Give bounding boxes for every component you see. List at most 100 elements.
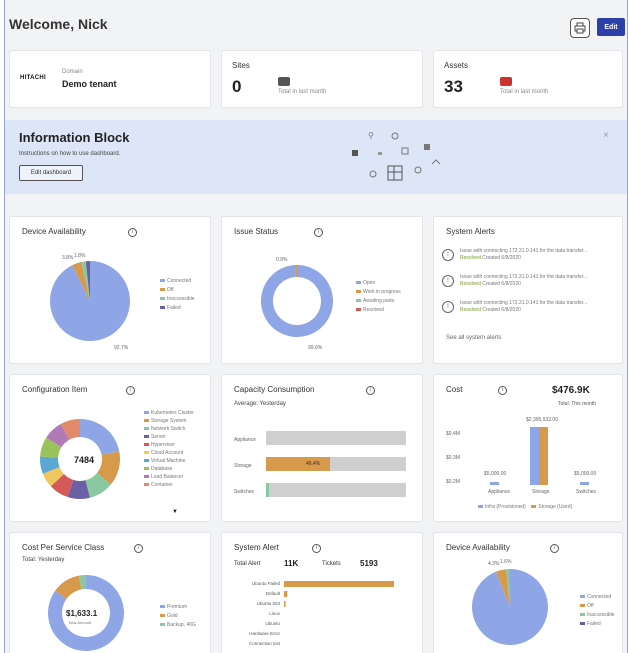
bar-label: Appliance xyxy=(234,437,256,443)
system-alerts-card: System Alerts ! Issue with connecting 17… xyxy=(433,216,623,364)
info-title: Information Block xyxy=(19,130,130,145)
x-tick-label: Storage xyxy=(532,489,550,495)
legend-item: Container xyxy=(144,481,194,489)
printer-icon xyxy=(574,22,586,34)
y-tick-label: Ubuntu 503 xyxy=(257,601,281,606)
svg-text:⚲: ⚲ xyxy=(368,131,374,140)
tickets-value: 5193 xyxy=(360,559,378,568)
hitachi-logo: HITACHI xyxy=(20,75,46,81)
alert-text: Issue with connecting 172.31.0.141 for t… xyxy=(460,248,588,254)
configuration-item-legend: Kubernetes Cluster Storage System Networ… xyxy=(144,409,194,489)
edit-button[interactable]: Edit xyxy=(597,18,625,36)
tickets-label: Tickets xyxy=(322,561,341,567)
info-icon[interactable]: i xyxy=(134,544,143,553)
legend-item: Virtual Machine xyxy=(144,457,194,465)
legend-item: Storage (Used) xyxy=(531,504,572,510)
y-tick-label: $0.3M xyxy=(446,455,460,461)
assets-note: Total in last month xyxy=(500,89,549,95)
device-availability-card: Device Availability i 3.8% 1.8% 92.7% Conn… xyxy=(9,216,211,364)
capacity-bar-fill xyxy=(266,457,331,471)
legend-item: Inaccessible xyxy=(160,295,195,304)
info-icon[interactable]: i xyxy=(126,386,135,395)
x-tick-label: Appliance xyxy=(488,489,510,495)
alert-item[interactable]: ! Issue with connecting 172.31.0.141 for… xyxy=(442,247,622,269)
alert-item[interactable]: ! Issue with connecting 172.31.0.141 for… xyxy=(442,299,622,321)
alert-time: Created 6/8/2020 xyxy=(482,255,521,261)
configuration-item-slice xyxy=(80,419,120,455)
capacity-title: Capacity Consumption xyxy=(234,385,315,394)
x-tick-label: Switches xyxy=(576,489,597,495)
slice-label: 4.3% xyxy=(488,561,500,567)
configuration-item-total: 7484 xyxy=(74,455,95,465)
system-alert-bar-chart: Ubuntu Failed Default Ubuntu 503 Linux Ubunt… xyxy=(249,581,394,646)
legend-item: Cloud Account xyxy=(144,449,194,457)
y-tick-label: Hardware Error xyxy=(249,631,280,636)
tenant-card: HITACHI Domain Demo tenant xyxy=(9,50,211,108)
y-tick-label: Ubuntu xyxy=(265,621,280,626)
warning-icon: ! xyxy=(442,249,454,261)
issue-status-title: Issue Status xyxy=(234,227,279,236)
legend-item: Hypervisor xyxy=(144,441,194,449)
assets-count: 33 xyxy=(444,77,463,96)
edit-dashboard-button[interactable]: Edit dashboard xyxy=(19,165,83,181)
bar-label: Storage xyxy=(234,463,252,469)
legend-item: Infra (Provisioned) xyxy=(478,504,526,510)
cost-service-donut xyxy=(47,575,124,651)
info-icon[interactable]: i xyxy=(550,544,559,553)
legend-item: Connected xyxy=(160,277,195,286)
sites-note: Total in last month xyxy=(278,89,327,95)
legend-item: Storage System xyxy=(144,417,194,425)
slice-label: 99.6% xyxy=(308,345,323,351)
cost-bar xyxy=(490,482,499,485)
close-icon[interactable]: × xyxy=(603,130,609,141)
sites-icon xyxy=(278,77,290,86)
alert-bar xyxy=(284,591,288,597)
y-tick-label: Linux xyxy=(269,611,281,616)
legend-item: Awaiting parts xyxy=(356,297,401,306)
alert-item[interactable]: ! Issue with connecting 172.31.0.141 for… xyxy=(442,273,622,295)
cost-title: Cost xyxy=(446,385,463,394)
warning-icon: ! xyxy=(442,301,454,313)
system-alert-title: System Alert xyxy=(234,543,279,552)
info-subtitle: Instructions on how to use dashboard. xyxy=(19,151,121,157)
device-availability-title: Device Availability xyxy=(22,227,86,236)
issue-status-legend: Open Work in progress Awaiting parts Res… xyxy=(356,279,401,315)
legend-item: Off xyxy=(160,286,195,295)
y-tick-label: Connection lost xyxy=(249,641,281,646)
y-tick-label: Ubuntu Failed xyxy=(252,581,281,586)
alert-status: Resolved xyxy=(460,281,481,287)
print-button[interactable] xyxy=(570,18,590,38)
device-availability-2-pie: 4.3% 1.6% xyxy=(472,559,548,645)
cost-service-center-sub: Total Amount xyxy=(68,620,92,625)
info-icon[interactable]: i xyxy=(366,386,375,395)
legend-item: Network Switch xyxy=(144,425,194,433)
cost-card: Cost i $476.9K Total: This month $0.4M $… xyxy=(433,374,623,522)
y-tick-label: $0.4M xyxy=(446,431,460,437)
info-icon[interactable]: i xyxy=(498,386,507,395)
domain-label: Domain xyxy=(62,69,83,75)
info-icon[interactable]: i xyxy=(312,544,321,553)
welcome-title: Welcome, Nick xyxy=(9,16,108,32)
legend-item: Inaccessible xyxy=(580,611,615,620)
issue-status-card: Issue Status i 0.9% 99.6% Open Work in pr… xyxy=(221,216,423,364)
legend-item: Kubernetes Cluster xyxy=(144,409,194,417)
assets-card[interactable]: Assets 33 Total in last month xyxy=(433,50,623,108)
legend-item: Work in progress xyxy=(356,288,401,297)
cost-service-center: $1,633.1 xyxy=(66,609,98,618)
capacity-subtitle: Average: Yesterday xyxy=(234,401,286,407)
legend-item: Failed xyxy=(580,620,615,629)
configuration-item-card: Configuration Item i 7484 Kubernetes Clu… xyxy=(9,374,211,522)
info-icon[interactable]: i xyxy=(128,228,137,237)
legend-scroll-down-icon[interactable]: ▼ xyxy=(172,509,178,515)
slice-label: 1.6% xyxy=(500,559,512,565)
sites-card[interactable]: Sites 0 Total in last month xyxy=(221,50,423,108)
system-alerts-title: System Alerts xyxy=(446,227,495,236)
cost-subtitle: Total: This month xyxy=(558,401,596,407)
slice-label: 3.8% xyxy=(62,255,74,261)
info-icon[interactable]: i xyxy=(314,228,323,237)
dashboard-illustration-icon: ⚲ xyxy=(352,131,441,181)
see-all-alerts-link[interactable]: See all system alerts xyxy=(446,335,501,341)
system-alert-card: System Alert i Total Alert 11K Tickets 5… xyxy=(221,532,423,653)
dashboard-frame: Welcome, Nick Edit HITACHI Domain Demo t… xyxy=(4,0,628,653)
alert-text: Issue with connecting 172.31.0.141 for t… xyxy=(460,300,588,306)
